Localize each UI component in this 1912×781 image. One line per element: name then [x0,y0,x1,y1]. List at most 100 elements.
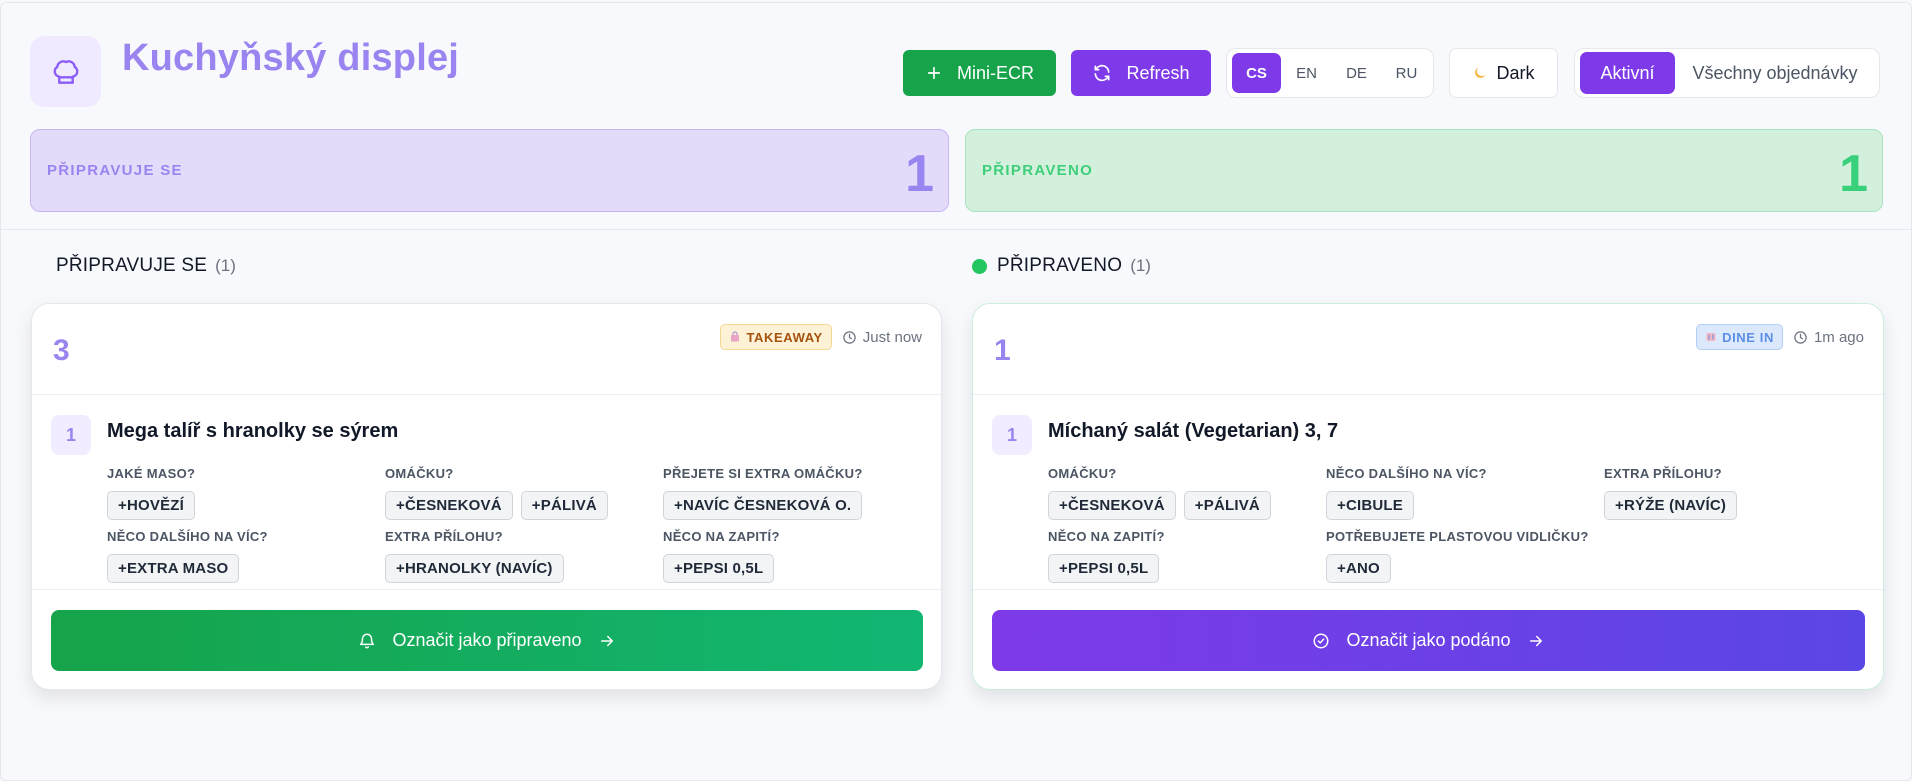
language-switcher: CS EN DE RU [1226,48,1434,98]
option-chip: +NAVÍC ČESNEKOVÁ O. [663,491,863,520]
option-chip: +HRANOLKY (NAVÍC) [385,554,564,583]
item-quantity: 1 [992,415,1032,455]
order-meta: DINE IN 1m ago [1696,324,1864,350]
clock-icon [842,330,857,345]
lang-de-button[interactable]: DE [1332,53,1381,93]
column-preparing-header: PŘIPRAVUJE SE (1) [56,255,236,277]
stat-ready-label: PŘIPRAVENO [982,162,1094,179]
order-type-badge: DINE IN [1696,324,1783,350]
moon-icon [1472,65,1488,81]
filter-active-button[interactable]: Aktivní [1580,52,1675,94]
item-option: JAKÉ MASO? +HOVĚZÍ [107,466,195,520]
item-name: Mega talíř s hranolky se sýrem [107,420,399,442]
order-time: 1m ago [1793,329,1864,346]
mini-ecr-button[interactable]: Mini-ECR [903,50,1056,96]
order-card: 3 TAKEAWAY Just now 1 Mega talíř s hrano… [31,303,942,690]
option-label: OMÁČKU? [1048,466,1117,481]
refresh-label: Refresh [1126,62,1190,83]
order-card-header: 3 TAKEAWAY Just now [32,304,941,395]
order-number: 1 [994,334,1011,367]
column-ready-title: PŘIPRAVENO [997,255,1123,276]
item-option: NĚCO NA ZAPITÍ? +PEPSI 0,5L [1048,529,1165,583]
order-card-header: 1 DINE IN 1m ago [973,304,1883,395]
arrow-right-icon [598,632,616,650]
mark-ready-label: Označit jako připraveno [392,630,582,650]
stat-ready-value: 1 [1839,145,1868,203]
order-time-label: 1m ago [1813,328,1864,346]
app-frame: Kuchyňský displej Mini-ECR Refresh CS EN… [0,2,1912,781]
option-label: NĚCO NA ZAPITÍ? [1048,529,1165,544]
option-chip: +HOVĚZÍ [107,491,195,520]
order-time-label: Just now [862,328,922,346]
order-card-footer: Označit jako připraveno [32,589,941,689]
order-meta: TAKEAWAY Just now [720,324,922,350]
item-option: NĚCO NA ZAPITÍ? +PEPSI 0,5L [663,529,780,583]
order-number: 3 [53,334,70,367]
stat-ready: PŘIPRAVENO 1 [965,129,1883,212]
item-option: EXTRA PŘÍLOHU? +HRANOLKY (NAVÍC) [385,529,564,583]
order-type-label: TAKEAWAY [746,329,823,345]
column-ready-count: (1) [1130,256,1151,275]
page-title: Kuchyňský displej [122,37,460,79]
option-chip: +CIBULE [1326,491,1414,520]
option-label: NĚCO NA ZAPITÍ? [663,529,780,544]
option-chip: +RÝŽE (NAVÍC) [1604,491,1738,520]
option-chip: +PEPSI 0,5L [663,554,775,583]
logo [30,36,101,107]
mark-served-button[interactable]: Označit jako podáno [992,610,1865,671]
refresh-button[interactable]: Refresh [1071,50,1211,96]
lang-en-button[interactable]: EN [1282,53,1331,93]
order-type-label: DINE IN [1722,329,1774,345]
filter-all-button[interactable]: Všechny objednávky [1675,52,1875,94]
bell-icon [358,632,376,650]
order-time: Just now [842,329,922,346]
order-card-footer: Označit jako podáno [973,589,1883,689]
option-label: NĚCO DALŠÍHO NA VÍC? [1326,466,1487,481]
lang-ru-button[interactable]: RU [1382,53,1431,93]
option-chip: +ČESNEKOVÁ [385,491,513,520]
dark-mode-label: Dark [1496,62,1535,83]
column-preparing-count: (1) [215,256,236,275]
check-circle-icon [1312,632,1330,650]
item-option: OMÁČKU? +ČESNEKOVÁ +PÁLIVÁ [1048,466,1271,520]
order-type-badge: TAKEAWAY [720,324,832,350]
item-option: NĚCO DALŠÍHO NA VÍC? +CIBULE [1326,466,1487,520]
option-chip: +PEPSI 0,5L [1048,554,1160,583]
order-filter: Aktivní Všechny objednávky [1574,48,1880,98]
clock-icon [1793,330,1808,345]
item-quantity: 1 [51,415,91,455]
column-ready-header: PŘIPRAVENO (1) [972,255,1151,277]
option-label: EXTRA PŘÍLOHU? [1604,466,1722,481]
stat-preparing-value: 1 [905,145,934,203]
mini-ecr-label: Mini-ECR [956,62,1034,83]
order-card: 1 DINE IN 1m ago 1 Míchaný salát (Vegeta… [972,303,1884,690]
item-option: OMÁČKU? +ČESNEKOVÁ +PÁLIVÁ [385,466,608,520]
chef-hat-icon [50,56,82,88]
arrow-right-icon [1527,632,1545,650]
lang-cs-button[interactable]: CS [1232,53,1281,93]
option-label: JAKÉ MASO? [107,466,196,481]
bag-icon [729,331,741,343]
dark-mode-button[interactable]: Dark [1449,48,1558,98]
status-dot [972,258,987,274]
stat-preparing: PŘIPRAVUJE SE 1 [30,129,949,212]
plus-icon [925,64,943,82]
stat-preparing-label: PŘIPRAVUJE SE [47,162,183,179]
option-chip: +PÁLIVÁ [1183,491,1271,520]
option-chip: +ANO [1326,554,1391,583]
option-chip: +PÁLIVÁ [520,491,608,520]
cutlery-icon [1705,331,1717,343]
mark-ready-button[interactable]: Označit jako připraveno [51,610,923,671]
option-label: NĚCO DALŠÍHO NA VÍC? [107,529,268,544]
column-preparing-title: PŘIPRAVUJE SE [56,255,208,276]
item-option: NĚCO DALŠÍHO NA VÍC? +EXTRA MASO [107,529,268,583]
option-label: PŘEJETE SI EXTRA OMÁČKU? [663,466,863,481]
item-option: EXTRA PŘÍLOHU? +RÝŽE (NAVÍC) [1604,466,1738,520]
header: Kuchyňský displej Mini-ECR Refresh CS EN… [1,3,1911,230]
item-option: POTŘEBUJETE PLASTOVOU VIDLIČKU? +ANO [1326,529,1589,583]
option-chip: +EXTRA MASO [107,554,240,583]
refresh-icon [1092,63,1112,83]
item-option: PŘEJETE SI EXTRA OMÁČKU? +NAVÍC ČESNEKOV… [663,466,863,520]
option-label: EXTRA PŘÍLOHU? [385,529,503,544]
option-label: POTŘEBUJETE PLASTOVOU VIDLIČKU? [1326,529,1589,544]
